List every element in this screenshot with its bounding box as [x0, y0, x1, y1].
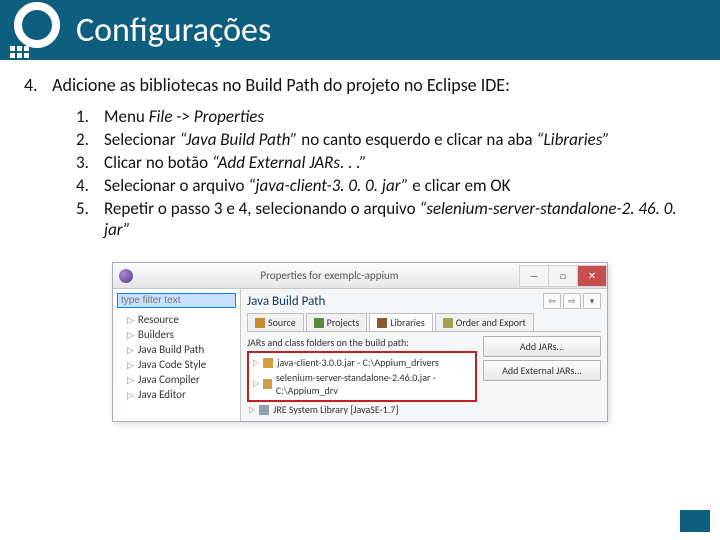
substep: 2.Selecionar “Java Build Path” no canto …: [76, 129, 696, 150]
eclipse-icon: [119, 269, 133, 283]
add-external-jars-button[interactable]: Add External JARs...: [483, 360, 601, 381]
tab-libraries[interactable]: Libraries: [369, 313, 433, 331]
close-button[interactable]: ✕: [577, 265, 607, 287]
jar-entry[interactable]: ▷selenium-server-standalone-2.46.0.jar -…: [251, 370, 473, 398]
dialog-title-text: Properties for exemplc-appium: [139, 269, 520, 282]
minimize-button[interactable]: —: [519, 265, 549, 287]
tree-item[interactable]: ▷Resource: [117, 312, 236, 327]
dialog-main: Java Build Path ⇦ ⇨ ▾ Source Projects Li…: [241, 289, 607, 421]
jar-icon: [263, 379, 272, 389]
filter-input[interactable]: [117, 293, 236, 308]
slide-header: Configurações: [0, 0, 720, 60]
dialog-titlebar: Properties for exemplc-appium — □ ✕: [113, 263, 607, 289]
properties-dialog: Properties for exemplc-appium — □ ✕ ▷Res…: [112, 262, 608, 422]
jar-entry[interactable]: ▷java-client-3.0.0.jar - C:\Appium_drive…: [251, 355, 473, 370]
jar-icon: [263, 358, 273, 368]
maximize-button[interactable]: □: [548, 265, 578, 287]
tree-item[interactable]: ▷Builders: [117, 327, 236, 342]
menu-button[interactable]: ▾: [583, 293, 601, 309]
section-title: Java Build Path: [247, 294, 325, 309]
jre-entry[interactable]: ▷ JRE System Library [JavaSE-1.7]: [247, 402, 477, 417]
slide-title: Configurações: [76, 10, 271, 51]
back-button[interactable]: ⇦: [543, 293, 561, 309]
jar-list-highlight: ▷java-client-3.0.0.jar - C:\Appium_drive…: [247, 351, 477, 402]
tab-projects[interactable]: Projects: [306, 313, 368, 331]
main-step: 4. Adicione as bibliotecas no Build Path…: [24, 74, 696, 96]
dialog-sidebar: ▷Resource▷Builders▷Java Build Path▷Java …: [113, 289, 241, 421]
forward-button[interactable]: ⇨: [563, 293, 581, 309]
tree-item[interactable]: ▷Java Compiler: [117, 372, 236, 387]
substep: 4.Selecionar o arquivo “java-client-3. 0…: [76, 175, 696, 196]
substep: 3.Clicar no botão “Add External JARs. . …: [76, 152, 696, 173]
tab-source[interactable]: Source: [247, 313, 304, 331]
tab-order[interactable]: Order and Export: [435, 313, 534, 331]
tabs: Source Projects Libraries Order and Expo…: [247, 313, 601, 332]
add-jars-button[interactable]: Add JARs...: [483, 336, 601, 357]
library-icon: [259, 405, 269, 415]
substep: 1.Menu File -> Properties: [76, 106, 696, 127]
window-buttons: — □ ✕: [520, 265, 607, 287]
tree-item[interactable]: ▷Java Editor: [117, 387, 236, 402]
substep: 5.Repetir o passo 3 e 4, selecionando o …: [76, 198, 696, 240]
main-step-num: 4.: [24, 74, 48, 96]
list-label: JARs and class folders on the build path…: [247, 336, 477, 349]
substeps-list: 1.Menu File -> Properties2.Selecionar “J…: [24, 106, 696, 240]
main-step-text: Adicione as bibliotecas no Build Path do…: [52, 74, 510, 96]
tree-item[interactable]: ▷Java Build Path: [117, 342, 236, 357]
logo: [10, 2, 66, 58]
page-indicator: [680, 510, 710, 532]
slide-content: 4. Adicione as bibliotecas no Build Path…: [0, 60, 720, 422]
tree-item[interactable]: ▷Java Code Style: [117, 357, 236, 372]
